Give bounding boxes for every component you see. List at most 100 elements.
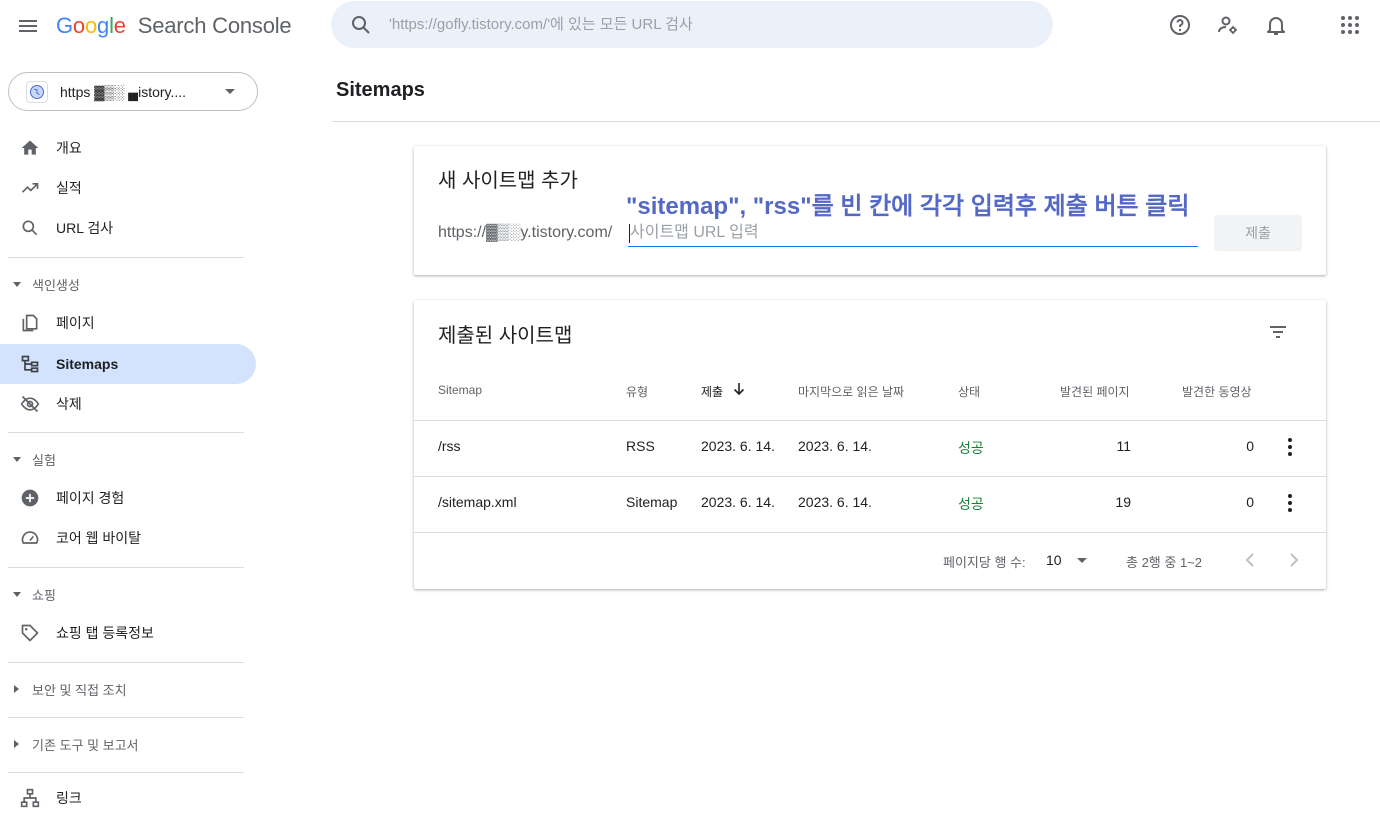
chevron-down-icon[interactable]	[1077, 558, 1087, 563]
sidebar-item-core-web-vitals[interactable]: 코어 웹 바이탈	[0, 518, 256, 558]
filter-icon[interactable]	[1266, 320, 1290, 344]
rows-per-page-select[interactable]: 10	[1046, 552, 1062, 568]
discovered-pages: 11	[1116, 438, 1131, 454]
sitemap-type: RSS	[626, 438, 655, 454]
column-header-submitted[interactable]: 제출	[701, 383, 723, 400]
table-row[interactable]: /sitemap.xml Sitemap 2023. 6. 14. 2023. …	[414, 477, 1326, 532]
divider	[8, 772, 244, 773]
sidebar: https ▓▒░ ▄istory.... 개요 실적 URL 검사 색인생성 …	[0, 50, 272, 828]
sidebar-item-label: 삭제	[56, 396, 82, 412]
submitted-date: 2023. 6. 14.	[701, 438, 775, 454]
section-label: 쇼핑	[32, 587, 56, 603]
sidebar-item-removals[interactable]: 삭제	[0, 384, 256, 424]
section-label: 보안 및 직접 조치	[32, 682, 127, 698]
submitted-date: 2023. 6. 14.	[701, 494, 775, 510]
submit-button[interactable]: 제출	[1214, 215, 1302, 251]
section-security-manual-actions[interactable]: 보안 및 직접 조치	[0, 671, 256, 707]
links-icon	[20, 788, 40, 808]
page-title: Sitemaps	[336, 79, 425, 101]
sidebar-item-label: 페이지 경험	[56, 490, 125, 506]
discovered-videos: 0	[1246, 494, 1254, 510]
section-label: 실험	[32, 452, 56, 468]
card-title: 새 사이트맵 추가	[438, 170, 578, 192]
sidebar-item-label: 페이지	[56, 315, 95, 331]
more-vert-icon[interactable]	[1278, 435, 1302, 459]
last-read-date: 2023. 6. 14.	[798, 494, 872, 510]
arrow-down-icon[interactable]	[732, 382, 746, 396]
table-row[interactable]: /rss RSS 2023. 6. 14. 2023. 6. 14. 성공 11…	[414, 421, 1326, 476]
search-icon	[22, 220, 38, 236]
property-selector[interactable]: https ▓▒░ ▄istory....	[8, 72, 258, 111]
sitemap-type: Sitemap	[626, 494, 678, 510]
top-app-bar: Google Search Console	[0, 0, 1380, 50]
status-badge: 성공	[958, 496, 984, 512]
section-label: 기존 도구 및 보고서	[32, 737, 139, 753]
text-cursor	[629, 224, 630, 243]
chevron-down-icon	[13, 281, 21, 287]
column-header-type[interactable]: 유형	[626, 383, 648, 400]
sidebar-item-label: 코어 웹 바이탈	[56, 530, 142, 546]
discovered-videos: 0	[1246, 438, 1254, 454]
sidebar-item-label: 개요	[56, 140, 82, 156]
divider	[8, 432, 244, 433]
sidebar-item-label: Sitemaps	[56, 356, 119, 372]
add-circle-icon	[21, 489, 39, 507]
last-read-date: 2023. 6. 14.	[798, 438, 872, 454]
section-shopping[interactable]: 쇼핑	[0, 576, 256, 612]
admin-settings-icon[interactable]	[1216, 13, 1240, 37]
column-header-last-read[interactable]: 마지막으로 읽은 날짜	[798, 383, 904, 400]
sidebar-item-overview[interactable]: 개요	[0, 128, 256, 168]
sitemap-url-input[interactable]	[628, 220, 1198, 247]
divider	[8, 662, 244, 663]
chevron-down-icon	[13, 591, 21, 597]
notifications-icon[interactable]	[1264, 13, 1288, 37]
column-header-status[interactable]: 상태	[958, 383, 980, 400]
sidebar-item-label: 실적	[56, 180, 82, 196]
instruction-annotation: "sitemap", "rss"를 빈 칸에 각각 입력후 제출 버튼 클릭	[626, 193, 1190, 220]
chevron-left-icon[interactable]	[1238, 548, 1262, 572]
sidebar-item-shopping-tab-listings[interactable]: 쇼핑 탭 등록정보	[0, 613, 256, 653]
more-vert-icon[interactable]	[1278, 491, 1302, 515]
divider	[8, 717, 244, 718]
sitemap-icon	[21, 355, 39, 373]
chevron-down-icon	[225, 89, 235, 94]
column-header-discovered-pages[interactable]: 발견된 페이지	[1060, 383, 1130, 400]
divider	[8, 567, 244, 568]
divider	[8, 257, 244, 258]
google-search-console-logo[interactable]: Google Search Console	[56, 13, 292, 39]
chevron-right-icon[interactable]	[1282, 548, 1306, 572]
rows-per-page-label: 페이지당 행 수:	[943, 555, 1026, 570]
card-title: 제출된 사이트맵	[438, 325, 573, 347]
submitted-sitemaps-card: 제출된 사이트맵 Sitemap 유형 제출 마지막으로 읽은 날짜 상태 발견…	[414, 300, 1326, 589]
help-icon[interactable]	[1168, 13, 1192, 37]
section-indexing[interactable]: 색인생성	[0, 266, 256, 302]
sitemap-path: /sitemap.xml	[438, 494, 517, 510]
menu-icon[interactable]	[16, 14, 40, 38]
trending-up-icon	[21, 183, 39, 193]
search-icon[interactable]	[349, 13, 373, 37]
globe-icon	[26, 80, 48, 103]
section-experience[interactable]: 실험	[0, 441, 256, 477]
main-content: Sitemaps 새 사이트맵 추가 "sitemap", "rss"를 빈 칸…	[272, 50, 1380, 828]
sidebar-item-sitemaps[interactable]: Sitemaps	[0, 344, 256, 384]
apps-icon[interactable]	[1338, 13, 1362, 37]
sitemap-url-prefix: https://▓▒░y.tistory.com/	[438, 224, 613, 241]
sidebar-item-page-experience[interactable]: 페이지 경험	[0, 478, 256, 518]
sidebar-item-label: URL 검사	[56, 220, 114, 236]
sidebar-item-url-inspection[interactable]: URL 검사	[0, 208, 256, 248]
pagination-range: 총 2행 중 1~2	[1126, 555, 1202, 570]
sidebar-item-pages[interactable]: 페이지	[0, 303, 256, 343]
chevron-down-icon	[13, 456, 21, 462]
search-input[interactable]	[389, 16, 1009, 33]
section-label: 색인생성	[32, 277, 80, 293]
speed-icon	[21, 531, 39, 544]
column-header-sitemap[interactable]: Sitemap	[438, 383, 482, 397]
url-inspection-search[interactable]	[331, 1, 1053, 48]
sidebar-item-performance[interactable]: 실적	[0, 168, 256, 208]
property-label: https ▓▒░ ▄istory....	[60, 83, 187, 100]
column-header-discovered-videos[interactable]: 발견한 동영상	[1182, 383, 1252, 400]
product-name: Search Console	[137, 13, 292, 38]
sell-tag-icon	[21, 624, 39, 642]
section-legacy-tools[interactable]: 기존 도구 및 보고서	[0, 726, 256, 762]
sidebar-item-links[interactable]: 링크	[0, 778, 256, 818]
